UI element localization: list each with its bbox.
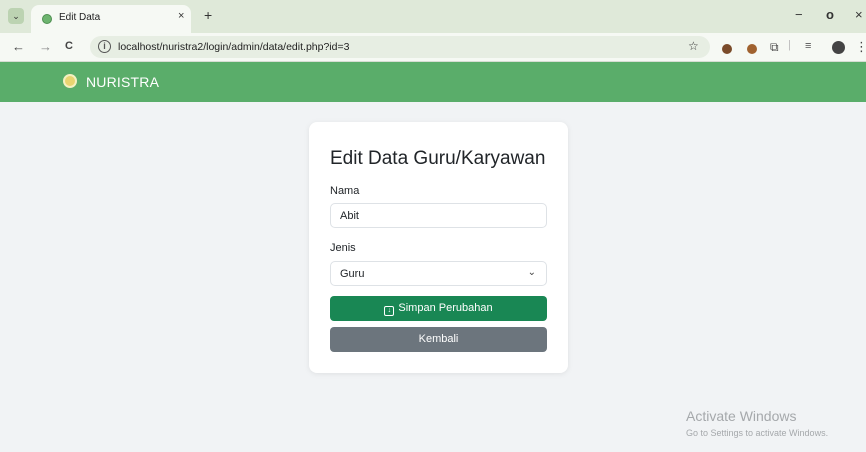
page-title: Edit Data Guru/Karyawan xyxy=(330,148,546,169)
back-button-label: Kembali xyxy=(418,333,459,345)
activation-watermark-text: Go to Settings to activate Windows. xyxy=(686,428,829,438)
close-window-icon[interactable]: × xyxy=(855,7,863,22)
save-button[interactable]: ↓ Simpan Perubahan xyxy=(330,296,547,321)
new-tab-button[interactable]: + xyxy=(204,7,212,23)
back-icon[interactable]: ← xyxy=(12,39,25,54)
extension-cookie-icon[interactable] xyxy=(722,44,732,54)
save-icon: ↓ xyxy=(384,306,395,316)
url-text: localhost/nuristra2/login/admin/data/edi… xyxy=(118,41,350,53)
tab-title: Edit Data xyxy=(59,12,101,23)
jenis-select[interactable]: Guru ⌄ xyxy=(330,261,547,286)
extensions-puzzle-icon[interactable]: ⧉ xyxy=(770,40,779,55)
back-button[interactable]: Kembali xyxy=(330,327,547,352)
forward-icon[interactable]: → xyxy=(39,39,52,54)
jenis-label: Jenis xyxy=(330,242,356,254)
menu-dots-icon[interactable]: ⋮ xyxy=(855,39,866,55)
edit-form-card: Edit Data Guru/Karyawan Nama Abit Jenis … xyxy=(309,122,568,373)
chevron-down-icon: ⌄ xyxy=(527,267,536,278)
save-button-label: Simpan Perubahan xyxy=(398,302,493,314)
brand-logo-icon xyxy=(63,74,77,88)
restore-icon[interactable]: o xyxy=(826,7,834,22)
media-icon[interactable]: ≡ xyxy=(805,40,811,52)
bookmark-star-icon[interactable]: ☆ xyxy=(688,39,699,53)
minimize-icon[interactable]: − xyxy=(795,7,803,22)
close-tab-icon[interactable]: × xyxy=(178,10,184,22)
jenis-selected-value: Guru xyxy=(340,268,365,280)
nama-input[interactable]: Abit xyxy=(330,203,547,228)
nama-label: Nama xyxy=(330,185,360,197)
favicon-icon xyxy=(42,14,52,24)
avatar[interactable] xyxy=(832,41,845,54)
brand-name[interactable]: NURISTRA xyxy=(86,74,159,90)
browser-tab[interactable]: Edit Data × xyxy=(31,5,191,33)
tab-search-chevron-icon[interactable]: ⌄ xyxy=(8,8,24,24)
toolbar-divider: | xyxy=(788,39,791,51)
reload-icon[interactable]: C xyxy=(65,40,73,52)
address-bar[interactable]: i localhost/nuristra2/login/admin/data/e… xyxy=(90,36,710,58)
browser-toolbar: ← → C i localhost/nuristra2/login/admin/… xyxy=(0,33,866,62)
extension-cookie2-icon[interactable] xyxy=(747,44,757,54)
browser-tab-strip: ⌄ Edit Data × + − o × xyxy=(0,0,866,33)
activation-watermark-title: Activate Windows xyxy=(686,408,797,424)
site-info-icon[interactable]: i xyxy=(98,40,111,53)
app-navbar: NURISTRA xyxy=(0,62,866,102)
